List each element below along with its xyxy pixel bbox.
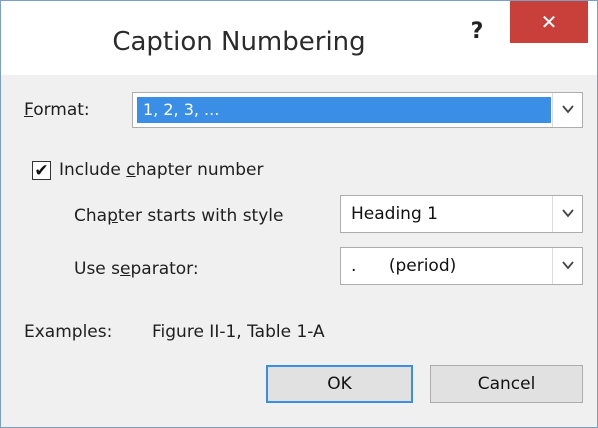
dialog-title: Caption Numbering [112,27,366,57]
examples-value: Figure II-1, Table 1-A [152,322,325,342]
format-dropdown-button[interactable] [552,93,582,127]
separator-label-post: parator: [130,259,199,279]
cancel-button[interactable]: Cancel [430,365,583,403]
include-chapter-label-accesskey: c [126,160,136,180]
separator-label-accesskey: e [120,259,131,279]
separator-label: Use separator: [74,259,199,279]
separator-select[interactable]: . (period) [340,247,583,285]
title-bar: Caption Numbering ? ✕ [1,1,597,75]
separator-dropdown-button[interactable] [552,248,582,284]
chapter-style-label: Chapter starts with style [74,206,283,226]
format-label-accesskey: F [24,100,34,120]
chapter-style-value: Heading 1 [351,204,438,224]
caption-numbering-dialog: Caption Numbering ? ✕ Format: 1, 2, 3, .… [0,0,598,428]
include-chapter-label-post: hapter number [135,160,264,180]
ok-button[interactable]: OK [266,365,413,403]
format-select[interactable]: 1, 2, 3, ... [132,92,583,128]
chapter-style-select[interactable]: Heading 1 [340,195,583,233]
chevron-down-icon [561,105,574,114]
separator-label-pre: Use s [74,259,121,279]
chapter-style-label-pre: Cha [74,206,108,226]
chevron-down-icon [561,209,574,218]
format-label-rest: ormat: [33,100,90,120]
chapter-style-dropdown-button[interactable] [552,196,582,232]
close-button[interactable]: ✕ [510,1,588,43]
chapter-style-label-post: ter starts with style [117,206,284,226]
format-value: 1, 2, 3, ... [137,97,551,123]
include-chapter-label[interactable]: Include chapter number [59,160,264,180]
format-label: Format: [24,100,90,120]
close-icon: ✕ [540,10,558,34]
examples-label: Examples: [24,322,113,342]
checkmark-icon: ✔ [34,161,49,181]
include-chapter-checkbox[interactable]: ✔ [32,161,51,180]
chapter-style-label-accesskey: p [107,206,118,226]
help-button[interactable]: ? [459,15,495,49]
separator-value: . (period) [351,256,457,276]
chevron-down-icon [561,261,574,270]
include-chapter-label-pre: Include [59,160,127,180]
